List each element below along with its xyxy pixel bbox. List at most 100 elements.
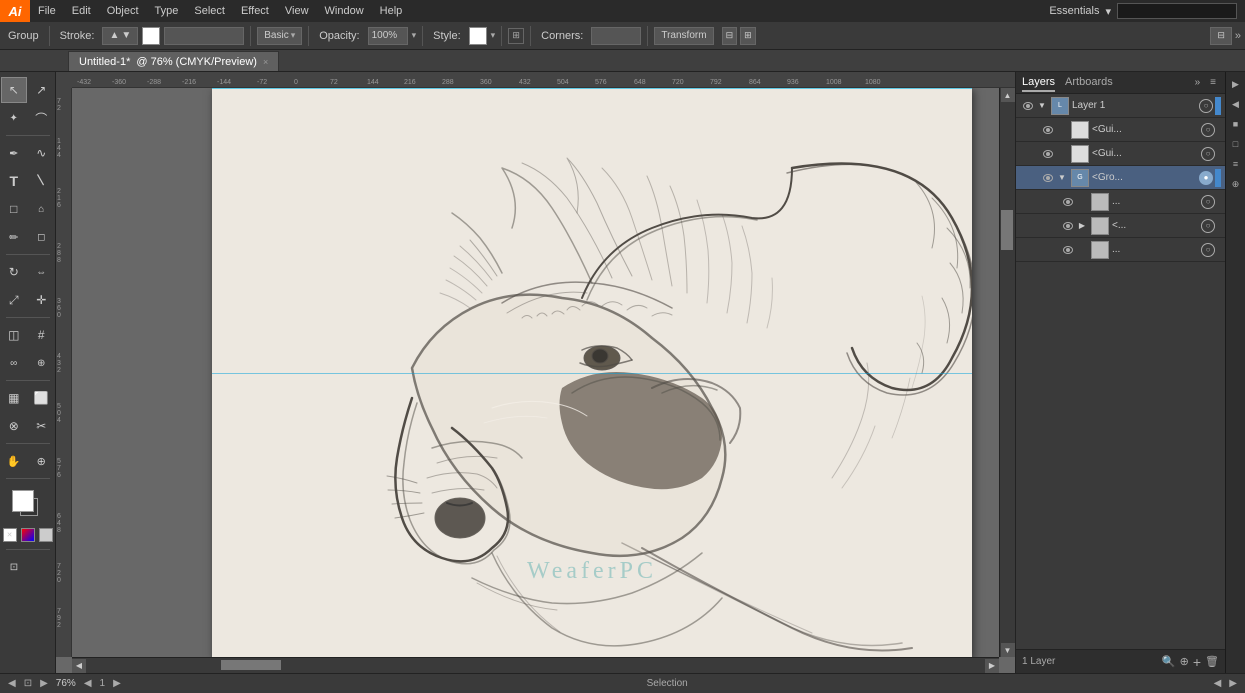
artboard-next-btn[interactable]: ▶ [40,678,48,689]
hscroll-thumb[interactable] [221,660,281,670]
delete-layer-btn[interactable]: 🗑 [1205,655,1219,668]
tool-line[interactable]: / [23,163,59,199]
layer-row-sub1[interactable]: ▶ ... ○ [1016,190,1225,214]
layer-row-layer1[interactable]: ▼ L Layer 1 ○ [1016,94,1225,118]
panel-menu-icon[interactable]: ≡ [1207,77,1219,88]
zoom-next-btn[interactable]: ▶ [113,678,121,689]
tab-artboards[interactable]: Artboards [1065,74,1113,92]
artboard-prev-btn[interactable]: ◀ [8,678,16,689]
menu-object[interactable]: Object [99,0,147,22]
menu-select[interactable]: Select [186,0,233,22]
hscroll-left-btn[interactable]: ◀ [72,659,86,673]
tab-close-btn[interactable]: × [263,57,268,67]
tool-mesh[interactable]: # [29,322,55,348]
tool-gradient[interactable]: ◫ [1,322,27,348]
search-input[interactable] [1117,3,1237,19]
tool-puppet[interactable]: ✛ [29,287,55,313]
tool-pen[interactable]: ✒ [1,140,27,166]
eye-sub2[interactable] [1060,218,1076,234]
target-layer1[interactable]: ○ [1199,99,1213,113]
corners-input[interactable] [591,27,641,45]
menu-edit[interactable]: Edit [64,0,99,22]
layer-row-gro1[interactable]: ▼ G <Gro... ● [1016,166,1225,190]
tool-rect[interactable]: □ [1,196,27,222]
stroke-arrows[interactable]: ▲ ▼ [102,27,138,45]
rn-btn6[interactable]: ⊕ [1228,176,1244,192]
target-sub1[interactable]: ○ [1201,195,1215,209]
rn-btn4[interactable]: □ [1228,136,1244,152]
make-sublayer-btn[interactable]: ⊕ [1180,655,1189,668]
align-btn[interactable]: ⊟ [722,27,738,45]
layer-row-sub3[interactable]: ▶ ... ○ [1016,238,1225,262]
arrow-sub2[interactable]: ▶ [1076,221,1088,230]
rn-btn5[interactable]: ≡ [1228,156,1244,172]
zoom-prev-btn[interactable]: ◀ [84,678,92,689]
menu-view[interactable]: View [277,0,317,22]
layers-search-btn[interactable]: 🔍 [1162,655,1176,668]
tool-graph[interactable]: ▦ [1,385,27,411]
rn-btn1[interactable]: ▶ [1228,76,1244,92]
stroke-width-input[interactable] [164,27,244,45]
tab-layers[interactable]: Layers [1022,74,1055,92]
arrow-gro1[interactable]: ▼ [1056,173,1068,182]
menu-type[interactable]: Type [147,0,187,22]
eye-sub1[interactable] [1060,194,1076,210]
vscroll-down-btn[interactable]: ▼ [1001,643,1015,657]
opacity-input[interactable] [368,27,408,45]
tool-direct-select[interactable]: ↗ [29,77,55,103]
layer-row-gui1[interactable]: ▶ <Gui... ○ [1016,118,1225,142]
target-gui1[interactable]: ○ [1201,123,1215,137]
horizontal-scrollbar[interactable]: ◀ ▶ [72,657,999,673]
tool-hand[interactable]: ✋ [1,448,27,474]
document-tab[interactable]: Untitled-1* @ 76% (CMYK/Preview) × [68,51,279,71]
tool-artboard[interactable]: ⬜ [29,385,55,411]
tool-reflect[interactable]: ⇔ [29,259,55,285]
menu-help[interactable]: Help [372,0,411,22]
tool-magic-wand[interactable]: ✦ [1,105,27,131]
tool-scale[interactable]: ⤢ [1,287,27,313]
fill-none-btn[interactable]: ✕ [3,528,17,542]
arrange-right-btn[interactable]: ⊟ [1210,27,1232,45]
eye-gui2[interactable] [1040,146,1056,162]
transform-btn[interactable]: Transform [654,27,713,45]
tool-eyedropper[interactable]: ⊕ [29,350,55,376]
eye-gui1[interactable] [1040,122,1056,138]
eye-sub3[interactable] [1060,242,1076,258]
tool-eraser[interactable]: ◻ [29,224,55,250]
menu-window[interactable]: Window [317,0,372,22]
none-btn[interactable] [39,528,53,542]
panel-expand-icon[interactable]: » [1192,77,1204,88]
tool-lasso[interactable]: ⌒ [29,105,55,131]
rn-btn3[interactable]: ■ [1228,116,1244,132]
style-swatch[interactable] [469,27,487,45]
tool-blend[interactable]: ∞ [1,350,27,376]
vscroll-thumb[interactable] [1001,210,1013,250]
hscroll-right-btn[interactable]: ▶ [985,659,999,673]
toolbar-expand[interactable]: » [1235,30,1241,42]
tool-select[interactable]: ↖ [1,77,27,103]
tool-paintbrush[interactable]: ⌂ [29,196,55,222]
tool-rotate[interactable]: ↻ [1,259,27,285]
status-arrow-left[interactable]: ◀ [1214,678,1222,689]
eye-layer1[interactable] [1020,98,1036,114]
new-layer-btn[interactable]: + [1193,654,1201,670]
fill-swatch[interactable] [12,490,34,512]
color-gradient-btn[interactable] [21,528,35,542]
layer-row-sub2[interactable]: ▶ <... ○ [1016,214,1225,238]
target-gui2[interactable]: ○ [1201,147,1215,161]
eye-gro1[interactable] [1040,170,1056,186]
target-sub2[interactable]: ○ [1201,219,1215,233]
menu-file[interactable]: File [30,0,64,22]
arrange-icon[interactable]: ⊞ [508,28,524,44]
tool-text[interactable]: T [1,168,27,194]
distribute-btn[interactable]: ⊞ [740,27,756,45]
tool-zoom[interactable]: ⊕ [29,448,55,474]
stroke-color-swatch[interactable] [142,27,160,45]
basic-dropdown[interactable]: Basic ▾ [257,27,302,45]
vscroll-up-btn[interactable]: ▲ [1001,88,1015,102]
vertical-scrollbar[interactable]: ▲ ▼ [999,88,1015,657]
tool-scissors[interactable]: ✂ [29,413,55,439]
tool-slice[interactable]: ⊗ [1,413,27,439]
tool-pencil[interactable]: ✏ [1,224,27,250]
status-arrow-right[interactable]: ▶ [1229,678,1237,689]
